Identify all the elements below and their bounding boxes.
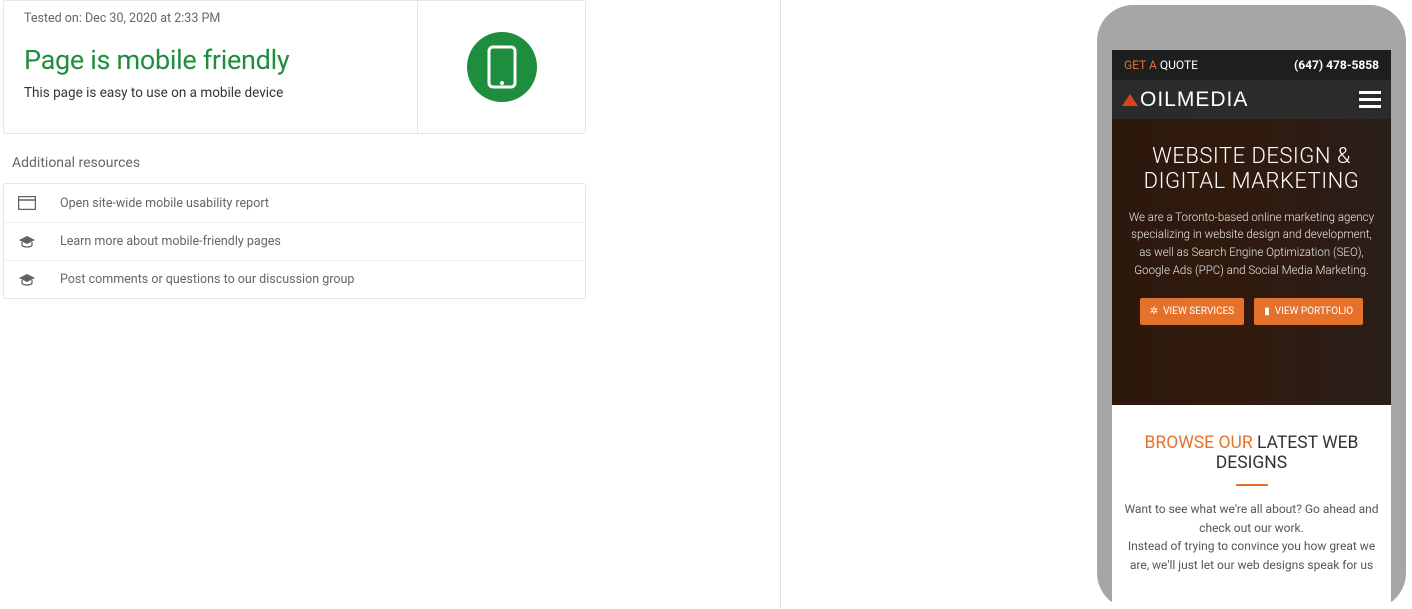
preview-logobar: OILMEDIA xyxy=(1112,80,1391,119)
preview-hero: WEBSITE DESIGN & DIGITAL MARKETING We ar… xyxy=(1112,119,1391,405)
view-portfolio-button[interactable]: ▮ VIEW PORTFOLIO xyxy=(1254,298,1363,325)
hero-buttons: ✲ VIEW SERVICES ▮ VIEW PORTFOLIO xyxy=(1124,298,1379,325)
view-services-button[interactable]: ✲ VIEW SERVICES xyxy=(1140,298,1244,325)
button-label: VIEW PORTFOLIO xyxy=(1275,306,1353,317)
logo-mark-icon xyxy=(1122,94,1138,106)
accent-divider xyxy=(1236,484,1268,486)
browse-heading: BROWSE OUR LATEST WEB DESIGNS xyxy=(1124,433,1379,473)
hero-description: We are a Toronto-based online marketing … xyxy=(1124,209,1379,280)
preview-topbar: GET AQUOTE (647) 478-5858 xyxy=(1112,50,1391,80)
phone-mockup-frame: GET AQUOTE (647) 478-5858 OILMEDIA WEBSI… xyxy=(1097,5,1406,609)
mobile-friendly-result-card: Tested on: Dec 30, 2020 at 2:33 PM Page … xyxy=(3,0,586,134)
result-subtitle: This page is easy to use on a mobile dev… xyxy=(24,85,397,101)
hamburger-line-icon xyxy=(1359,105,1381,108)
browse-p2: Instead of trying to convince you how gr… xyxy=(1128,539,1375,572)
hamburger-line-icon xyxy=(1359,98,1381,101)
phone-screen: GET AQUOTE (647) 478-5858 OILMEDIA WEBSI… xyxy=(1112,50,1391,609)
site-logo[interactable]: OILMEDIA xyxy=(1122,88,1248,112)
smartphone-icon xyxy=(487,45,517,89)
vertical-divider xyxy=(780,0,781,609)
button-label: VIEW SERVICES xyxy=(1163,306,1234,317)
hero-title-line1: WEBSITE DESIGN & xyxy=(1152,144,1351,169)
additional-resources-heading: Additional resources xyxy=(12,155,140,171)
resource-label: Open site-wide mobile usability report xyxy=(60,196,269,211)
tested-on-label: Tested on: Dec 30, 2020 at 2:33 PM xyxy=(24,11,397,26)
mobile-friendly-badge xyxy=(467,32,537,102)
browse-p1: Want to see what we're all about? Go ahe… xyxy=(1124,502,1378,535)
result-icon-area xyxy=(417,1,585,133)
resource-learn-more[interactable]: Learn more about mobile-friendly pages xyxy=(4,222,585,260)
school-icon xyxy=(18,271,42,289)
result-text-area: Tested on: Dec 30, 2020 at 2:33 PM Page … xyxy=(4,1,417,133)
hero-title-line2: DIGITAL MARKETING xyxy=(1144,169,1360,194)
gear-icon: ✲ xyxy=(1150,306,1158,317)
resource-label: Post comments or questions to our discus… xyxy=(60,272,354,287)
hero-title: WEBSITE DESIGN & DIGITAL MARKETING xyxy=(1124,144,1379,195)
resource-discussion-group[interactable]: Post comments or questions to our discus… xyxy=(4,260,585,298)
document-icon: ▮ xyxy=(1264,306,1270,317)
preview-browse-section: BROWSE OUR LATEST WEB DESIGNS Want to se… xyxy=(1112,405,1391,574)
additional-resources-card: Open site-wide mobile usability report L… xyxy=(3,183,586,299)
resource-label: Learn more about mobile-friendly pages xyxy=(60,234,281,249)
school-icon xyxy=(18,233,42,251)
quote-text: QUOTE xyxy=(1160,58,1198,72)
hamburger-menu-button[interactable] xyxy=(1359,91,1381,108)
result-title: Page is mobile friendly xyxy=(24,44,397,76)
result-panel: Tested on: Dec 30, 2020 at 2:33 PM Page … xyxy=(0,0,780,609)
get-a-quote-link[interactable]: GET AQUOTE xyxy=(1124,58,1198,72)
hamburger-line-icon xyxy=(1359,91,1381,94)
browse-description: Want to see what we're all about? Go ahe… xyxy=(1124,500,1379,574)
resource-usability-report[interactable]: Open site-wide mobile usability report xyxy=(4,184,585,222)
logo-wordmark: OILMEDIA xyxy=(1140,88,1248,112)
phone-number-link[interactable]: (647) 478-5858 xyxy=(1294,58,1379,72)
get-a-text: GET A xyxy=(1124,58,1157,72)
browse-heading-accent: BROWSE OUR xyxy=(1145,433,1253,453)
web-icon xyxy=(18,194,42,212)
